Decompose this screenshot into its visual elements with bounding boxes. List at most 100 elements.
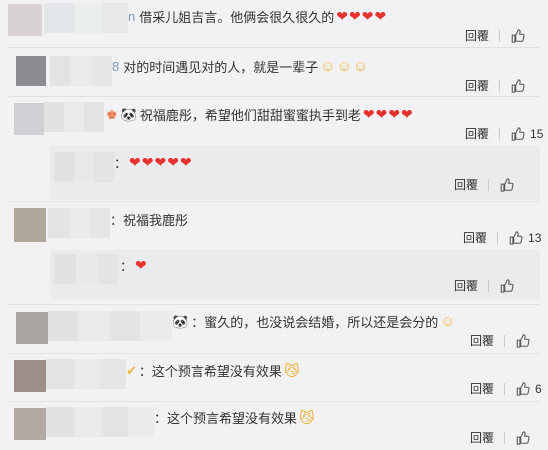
comment-item: ： 这个预言希望没有效果 😼 回覆	[0, 404, 548, 450]
thumb-up-icon	[516, 333, 530, 348]
reply-text: ： ❤❤❤❤❤	[114, 153, 193, 172]
thumb-up-icon	[509, 230, 523, 245]
comment-body: 对的时间遇见对的人，就是一辈子	[123, 60, 319, 75]
avatar[interactable]	[14, 360, 46, 392]
panda-emoji-icon: 🐼	[172, 313, 189, 329]
comment-body: 祝福我鹿彤	[123, 213, 189, 228]
comment-item: 8 对的时间遇见对的人，就是一辈子 ☺☺☺ 回覆	[0, 50, 548, 98]
like-button[interactable]: 15	[510, 127, 543, 141]
cat-emoji: 😼	[299, 409, 316, 427]
thumb-up-icon	[511, 28, 525, 43]
reply-button[interactable]: 回覆	[454, 277, 478, 294]
reply-actions: 回覆	[454, 176, 529, 193]
divider	[8, 96, 540, 97]
reply-text: ： ❤	[120, 256, 148, 275]
comment-text: 🐼 ： 蜜久的，也没说会结婚，所以还是会分的 ☺	[172, 312, 457, 331]
avatar[interactable]	[16, 56, 46, 86]
comment-body: 借采儿姐吉言。他俩会很久很久的	[139, 10, 335, 25]
hearts-emoji: ❤	[135, 257, 148, 273]
comment-item: n 借采儿姐吉言。他俩会很久很久的 ❤❤❤❤ 回覆	[0, 0, 548, 50]
thumb-up-icon	[500, 278, 514, 293]
username-blurred	[44, 102, 104, 132]
hearts-emoji: ❤❤❤❤	[362, 106, 414, 122]
like-button[interactable]	[510, 78, 540, 93]
hearts-emoji: ❤❤❤❤	[336, 8, 388, 24]
reply-button[interactable]: 回覆	[454, 176, 478, 193]
username-tail[interactable]: 8	[112, 59, 119, 74]
reply-button[interactable]: 回覆	[465, 77, 489, 94]
username-blurred	[48, 311, 172, 341]
like-button[interactable]	[515, 333, 545, 348]
reply-colon: ：	[191, 315, 205, 330]
comment-item: ✔ ： 这个预言希望没有效果 😼 回覆 6	[0, 356, 548, 402]
thumb-up-icon	[516, 381, 530, 396]
cat-emoji: 😼	[283, 362, 301, 380]
comment-text: ♚ 🐼 祝福鹿彤，希望他们甜甜蜜蜜执手到老 ❤❤❤❤	[106, 105, 414, 124]
like-count: 15	[530, 126, 544, 141]
comment-text: ： 祝福我鹿彤	[110, 210, 188, 229]
avatar[interactable]	[16, 312, 48, 344]
avatar[interactable]	[14, 408, 46, 440]
like-button[interactable]	[499, 177, 529, 192]
avatar[interactable]	[8, 4, 42, 36]
like-count: 6	[535, 381, 542, 396]
reply-colon: ：	[138, 364, 152, 379]
thumb-up-icon	[500, 177, 514, 192]
reply-colon: ：	[110, 213, 124, 228]
username-blurred	[48, 208, 110, 238]
badge-emoji-icon: ♚	[106, 106, 118, 122]
reply-button[interactable]: 回覆	[465, 27, 489, 44]
reply-actions: 回覆	[454, 277, 529, 294]
reply-button[interactable]: 回覆	[470, 380, 494, 397]
comment-text: 8 对的时间遇见对的人，就是一辈子 ☺☺☺	[112, 57, 369, 76]
thumb-up-icon	[516, 430, 530, 445]
comment-item: 🐼 ： 蜜久的，也没说会结婚，所以还是会分的 ☺ 回覆	[0, 306, 548, 356]
thumb-up-icon	[511, 126, 525, 141]
reply-colon: ：	[154, 411, 168, 426]
panda-emoji-icon: 🐼	[120, 106, 137, 122]
username-blurred	[44, 3, 128, 33]
comment-actions: 回覆	[465, 27, 540, 44]
username-blurred	[46, 359, 126, 389]
comment-body: 这个预言希望没有效果	[167, 411, 298, 426]
reply-button[interactable]: 回覆	[463, 229, 487, 246]
comment-actions: 回覆	[470, 332, 545, 349]
hearts-emoji: ❤❤❤❤❤	[129, 154, 193, 170]
avatar[interactable]	[14, 208, 46, 242]
comment-actions: 回覆	[470, 429, 545, 446]
like-button[interactable]	[499, 278, 529, 293]
verified-mark-icon: ✔	[126, 362, 137, 378]
divider	[8, 201, 540, 202]
comment-text: ： 这个预言希望没有效果 😼	[154, 408, 316, 427]
username-blurred	[50, 56, 112, 86]
comment-item: ： 祝福我鹿彤 回覆 13	[0, 204, 548, 250]
reply-button[interactable]: 回覆	[470, 332, 494, 349]
username-blurred	[54, 254, 118, 284]
reply-button[interactable]: 回覆	[465, 125, 489, 142]
reply-box: ： ❤❤❤❤❤ 回覆	[50, 146, 540, 200]
like-button[interactable]: 6	[515, 382, 545, 396]
comment-body: 蜜久的，也没说会结婚，所以还是会分的	[204, 315, 439, 330]
username-blurred	[54, 152, 114, 182]
comment-text: ✔ ： 这个预言希望没有效果 😼	[126, 361, 301, 380]
reply-button[interactable]: 回覆	[470, 429, 494, 446]
like-button[interactable]	[515, 430, 545, 445]
comment-actions: 回覆 6	[470, 380, 545, 397]
comment-actions: 回覆 15	[465, 125, 543, 142]
smiley-emoji: ☺	[440, 313, 457, 330]
like-count: 13	[528, 230, 542, 245]
comment-text: n 借采儿姐吉言。他俩会很久很久的 ❤❤❤❤	[128, 7, 387, 26]
username-blurred	[46, 407, 154, 437]
avatar[interactable]	[14, 103, 44, 135]
comment-body: 这个预言希望没有效果	[151, 364, 282, 379]
smiley-emoji: ☺☺☺	[320, 58, 370, 75]
thumb-up-icon	[511, 78, 525, 93]
comment-actions: 回覆 13	[463, 229, 541, 246]
divider	[8, 353, 540, 354]
username-tail[interactable]: n	[128, 9, 135, 24]
like-button[interactable]: 13	[508, 231, 541, 245]
like-button[interactable]	[510, 28, 540, 43]
comment-body: 祝福鹿彤，希望他们甜甜蜜蜜执手到老	[139, 108, 361, 123]
reply-colon: ：	[120, 259, 134, 274]
divider	[8, 401, 540, 402]
